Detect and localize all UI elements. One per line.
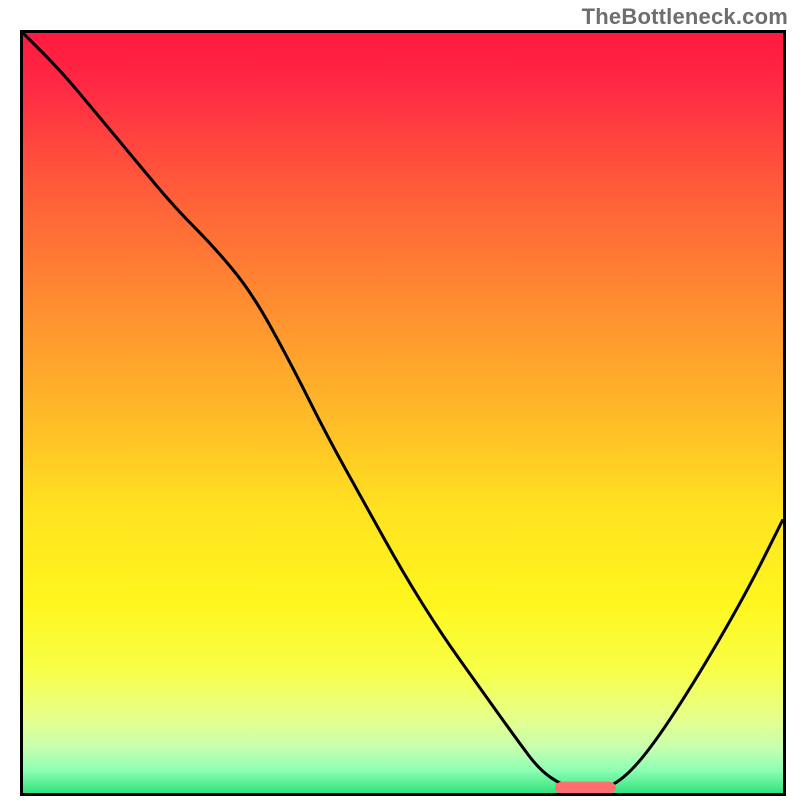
chart-svg bbox=[23, 33, 783, 793]
chart-container: TheBottleneck.com bbox=[0, 0, 800, 800]
watermark-text: TheBottleneck.com bbox=[582, 4, 788, 30]
chart-background bbox=[23, 33, 783, 793]
plot-area bbox=[20, 30, 786, 796]
optimal-zone-marker bbox=[555, 782, 616, 793]
